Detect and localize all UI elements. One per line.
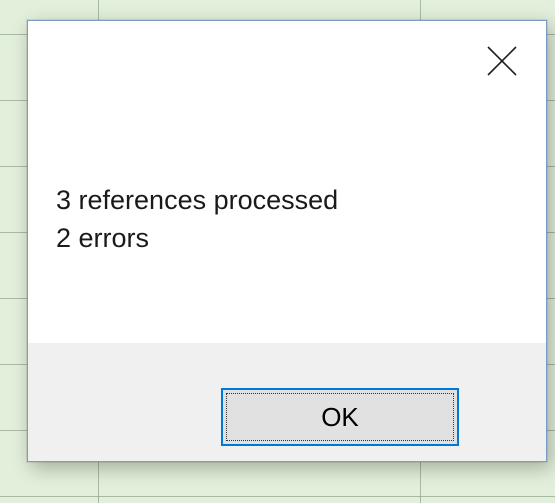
- message-dialog: 3 references processed 2 errors OK: [27, 20, 547, 462]
- message-line-references: 3 references processed: [56, 185, 339, 215]
- ok-button[interactable]: OK: [221, 388, 459, 446]
- message-line-errors: 2 errors: [56, 223, 150, 253]
- dialog-message: 3 references processed 2 errors: [56, 181, 338, 257]
- close-x-icon: [487, 46, 517, 76]
- close-button[interactable]: [484, 43, 520, 79]
- dialog-button-bar: OK: [28, 343, 546, 461]
